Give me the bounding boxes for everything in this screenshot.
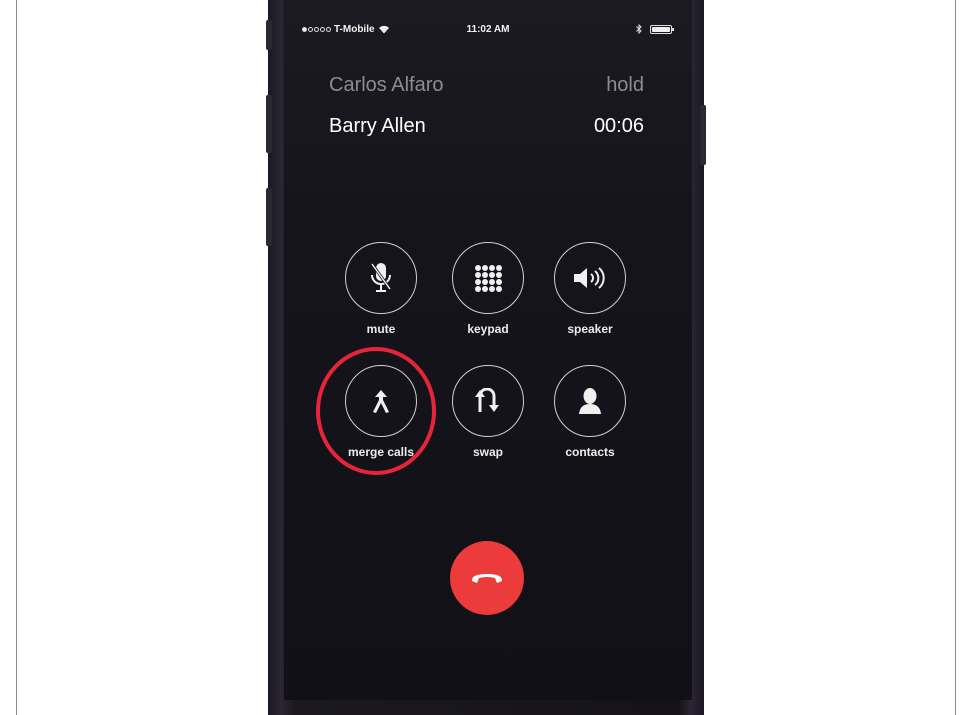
- speaker-label: speaker: [567, 322, 613, 336]
- microphone-muted-icon: [370, 263, 392, 292]
- keypad-ring[interactable]: [452, 242, 524, 314]
- held-caller-name: Carlos Alfaro: [329, 74, 444, 96]
- speaker-button[interactable]: speaker: [545, 242, 635, 336]
- speaker-icon: [574, 267, 605, 289]
- bluetooth-icon: [636, 24, 642, 34]
- merge-calls-label: merge calls: [347, 445, 415, 459]
- swap-button[interactable]: swap: [443, 365, 533, 459]
- mute-ring[interactable]: [345, 242, 417, 314]
- keypad-grid-icon: [475, 265, 502, 292]
- speaker-ring[interactable]: [554, 242, 626, 314]
- merge-calls-ring[interactable]: [345, 365, 417, 437]
- active-call-row[interactable]: Barry Allen 00:06: [329, 115, 644, 138]
- status-bar: T-Mobile 11:02 AM: [284, 22, 692, 38]
- status-time: 11:02 AM: [466, 24, 510, 35]
- held-call-state: hold: [606, 74, 644, 96]
- person-icon: [579, 388, 601, 414]
- swap-ring[interactable]: [452, 365, 524, 437]
- phone-volume-down-button: [266, 188, 272, 246]
- keypad-button[interactable]: keypad: [443, 242, 533, 336]
- mute-label: mute: [366, 322, 396, 336]
- phone-hangup-icon: [471, 574, 503, 583]
- phone-side-button: [266, 20, 272, 50]
- swap-label: swap: [472, 445, 503, 459]
- held-call-row[interactable]: Carlos Alfaro hold: [329, 74, 644, 97]
- status-right: [636, 24, 674, 34]
- phone-screen: T-Mobile 11:02 AM Carlos Alfaro hold Bar…: [284, 0, 692, 700]
- contacts-ring[interactable]: [554, 365, 626, 437]
- end-call-button[interactable]: [450, 541, 524, 615]
- merge-arrow-icon: [373, 390, 389, 413]
- active-caller-name: Barry Allen: [329, 115, 426, 137]
- phone-power-button: [700, 105, 706, 165]
- contacts-label: contacts: [565, 445, 615, 459]
- contacts-button[interactable]: contacts: [545, 365, 635, 459]
- swap-arrows-icon: [475, 388, 499, 412]
- phone-volume-up-button: [266, 95, 272, 153]
- keypad-label: keypad: [467, 322, 509, 336]
- mute-button[interactable]: mute: [336, 242, 426, 336]
- merge-calls-button[interactable]: merge calls: [336, 365, 426, 459]
- active-call-duration: 00:06: [593, 115, 644, 137]
- battery-icon: [650, 24, 674, 34]
